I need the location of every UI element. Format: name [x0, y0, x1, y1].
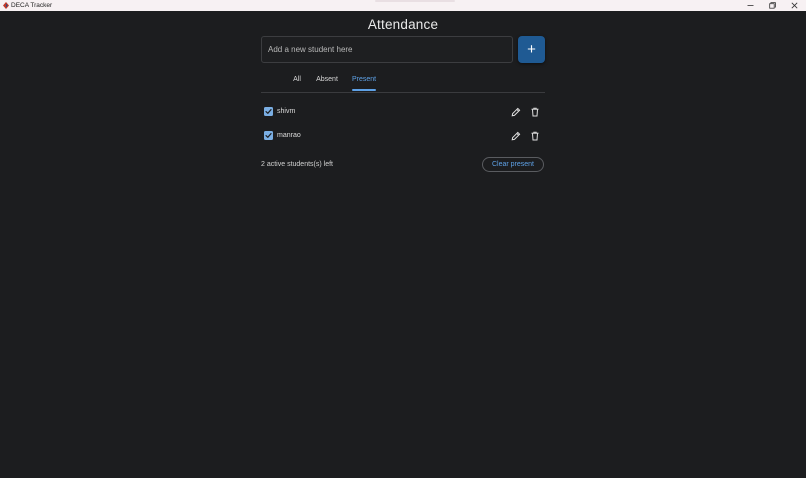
- student-name: shivm: [277, 108, 296, 115]
- close-icon: [791, 2, 797, 9]
- delete-student-button[interactable]: [528, 105, 542, 119]
- pencil-icon: [511, 131, 521, 141]
- checkmark-icon: [265, 109, 272, 114]
- student-name: manrao: [277, 132, 301, 139]
- student-present-checkbox[interactable]: [264, 107, 273, 116]
- restore-button[interactable]: [761, 0, 783, 11]
- restore-icon: [768, 2, 776, 9]
- plus-icon: +: [527, 41, 536, 58]
- student-list-item: shivm: [261, 102, 545, 122]
- page-title: Attendance: [367, 17, 439, 32]
- window-titlebar[interactable]: DECA Tracker: [0, 0, 806, 11]
- delete-student-button[interactable]: [528, 129, 542, 143]
- pencil-icon: [511, 107, 521, 117]
- checkmark-icon: [265, 133, 272, 138]
- filter-tabs: All Absent Present: [261, 71, 545, 93]
- clear-present-button[interactable]: Clear present: [482, 157, 544, 172]
- edit-student-button[interactable]: [509, 129, 523, 143]
- app-content: Attendance + All Absent Present shivm: [0, 11, 806, 478]
- student-list-item: manrao: [261, 126, 545, 146]
- titlebar-drag-indicator: [375, 0, 455, 2]
- minimize-button[interactable]: [739, 0, 761, 11]
- tab-absent[interactable]: Absent: [314, 71, 340, 92]
- edit-student-button[interactable]: [509, 105, 523, 119]
- deca-logo-icon: [3, 2, 9, 9]
- add-student-button[interactable]: +: [518, 36, 545, 63]
- active-tab-indicator: [352, 89, 376, 91]
- trash-icon: [531, 131, 539, 141]
- tab-all[interactable]: All: [289, 71, 305, 92]
- close-button[interactable]: [783, 0, 805, 11]
- trash-icon: [531, 107, 539, 117]
- new-student-input[interactable]: [262, 37, 512, 62]
- minimize-icon: [747, 5, 753, 6]
- window-title: DECA Tracker: [11, 2, 53, 9]
- student-present-checkbox[interactable]: [264, 131, 273, 140]
- active-count-text: 2 active students(s) left: [261, 161, 333, 168]
- new-student-field[interactable]: [261, 36, 513, 63]
